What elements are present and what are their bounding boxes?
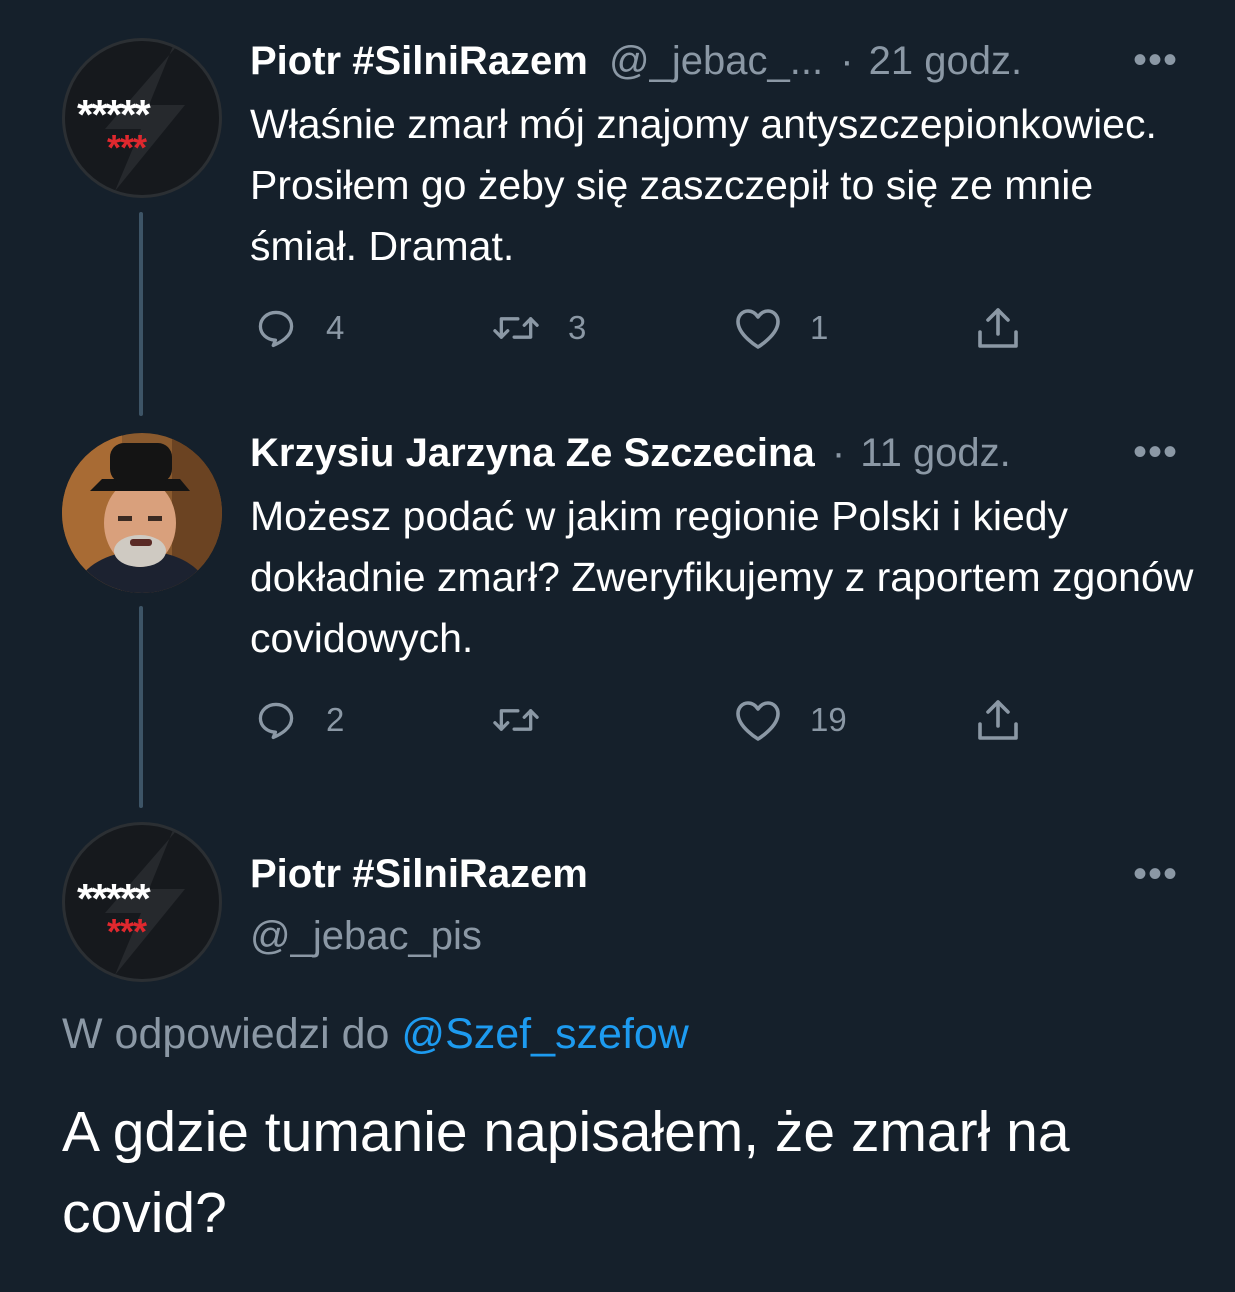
share-button[interactable] (974, 696, 1022, 744)
avatar[interactable]: ***** *** (62, 822, 222, 982)
share-icon (978, 700, 1018, 740)
thread-line (139, 212, 143, 416)
author-name[interactable]: Krzysiu Jarzyna Ze Szczecina (250, 431, 815, 475)
more-icon[interactable]: ••• (1133, 854, 1178, 894)
reply-button[interactable]: 4 (254, 306, 344, 350)
like-count: 19 (810, 701, 847, 738)
reply-icon (258, 702, 294, 740)
retweet-count: 3 (568, 309, 587, 346)
tweet-header: Krzysiu Jarzyna Ze Szczecina · 11 godz. (250, 429, 1011, 477)
more-icon[interactable]: ••• (1133, 40, 1178, 80)
separator: · (831, 431, 846, 475)
more-icon[interactable]: ••• (1133, 432, 1178, 472)
avatar-stars-red: *** (107, 911, 147, 952)
reply-count: 4 (326, 309, 345, 346)
reply-context: W odpowiedzi do @Szef_szefow (62, 1010, 689, 1059)
avatar-stars-red: *** (107, 127, 147, 168)
avatar-photo[interactable] (62, 433, 222, 593)
author-handle[interactable]: @_jebac_... (609, 39, 823, 83)
timestamp[interactable]: 21 godz. (869, 39, 1022, 83)
thread-line (139, 606, 143, 808)
retweet-icon (493, 317, 539, 339)
reply-icon (258, 310, 294, 348)
reply-button[interactable]: 2 (254, 698, 344, 742)
reply-mention-link[interactable]: @Szef_szefow (401, 1010, 688, 1058)
author-name[interactable]: Piotr #SilniRazem (250, 850, 588, 898)
tweet-header: Piotr #SilniRazem @_jebac_... · 21 godz. (250, 37, 1022, 85)
separator: · (840, 39, 854, 83)
share-icon (978, 308, 1018, 348)
retweet-button[interactable] (492, 698, 568, 742)
author-handle[interactable]: @_jebac_pis (250, 912, 482, 960)
avatar[interactable]: ***** *** (62, 38, 222, 198)
author-name[interactable]: Piotr #SilniRazem (250, 39, 588, 83)
like-button[interactable]: 1 (734, 306, 828, 350)
reply-count: 2 (326, 701, 345, 738)
retweet-icon (493, 709, 539, 731)
like-count: 1 (810, 309, 829, 346)
reply-prefix: W odpowiedzi do (62, 1010, 390, 1058)
timestamp[interactable]: 11 godz. (860, 431, 1011, 475)
like-icon (736, 309, 780, 349)
portrait-graphic (62, 433, 222, 593)
share-button[interactable] (974, 304, 1022, 352)
like-button[interactable]: 19 (734, 698, 847, 742)
tweet-text: Możesz podać w jakim regionie Polski i k… (250, 493, 1194, 661)
retweet-button[interactable]: 3 (492, 306, 586, 350)
like-icon (736, 701, 780, 741)
main-tweet-text: A gdzie tumanie napisałem, że zmarł na c… (62, 1100, 1070, 1245)
tweet-text: Właśnie zmarł mój znajomy antyszczepionk… (250, 101, 1157, 269)
